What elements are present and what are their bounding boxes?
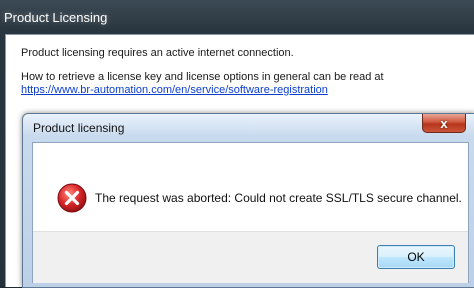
license-info-text: How to retrieve a license key and licens… (21, 71, 384, 83)
error-dialog: Product licensing x The request was abor… (22, 113, 474, 288)
ok-button[interactable]: OK (377, 245, 455, 269)
message-area: The request was aborted: Could not creat… (33, 143, 468, 231)
button-bar: OK (33, 231, 468, 283)
close-button[interactable]: x (422, 114, 466, 133)
dialog-title: Product licensing (33, 121, 125, 135)
error-message: The request was aborted: Could not creat… (95, 191, 462, 205)
close-icon: x (440, 115, 448, 131)
dialog-content: The request was aborted: Could not creat… (32, 142, 469, 283)
registration-link[interactable]: https://www.br-automation.com/en/service… (21, 84, 328, 96)
error-icon (57, 183, 87, 213)
internet-requirement-text: Product licensing requires an active int… (21, 47, 294, 59)
outer-window-title: Product Licensing (4, 10, 108, 25)
